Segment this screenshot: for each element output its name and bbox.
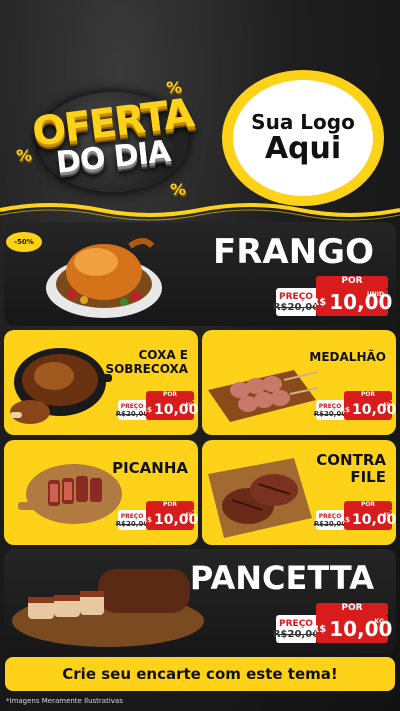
product-name-medalhao: MEDALHÃO	[309, 350, 386, 364]
product-name-pancetta: PANCETTA	[189, 559, 374, 597]
logo-placeholder: Sua Logo Aqui	[222, 70, 384, 206]
price-por-label: POR	[316, 276, 388, 288]
product-card-contrafile[interactable]: CONTRA FILE POR PREÇO R$20,00 R$ 10,00 K…	[202, 440, 396, 545]
price-currency: R$	[339, 516, 350, 524]
price-tag-frango: POR PREÇO R$20,00 R$ 10,00 UNID	[273, 276, 392, 316]
roast-chicken-image	[46, 238, 162, 318]
price-unit: KG	[374, 618, 384, 625]
price-por-label: POR	[146, 391, 194, 400]
product-name-coxa: COXA E SOBRECOXA	[105, 348, 188, 376]
product-name-line: SOBRECOXA	[105, 362, 188, 376]
discount-badge: -50%	[6, 232, 42, 252]
price-unit: KG	[383, 512, 390, 517]
logo-inner: Sua Logo Aqui	[233, 80, 373, 196]
price-preco-label: PREÇO	[279, 291, 313, 302]
price-new-box: R$ 10,00 UNID	[312, 288, 392, 316]
logo-text-line2: Aqui	[264, 131, 342, 166]
price-preco-label: PREÇO	[318, 512, 342, 520]
product-name-line: CONTRA	[316, 451, 386, 469]
product-name-line: COXA E	[138, 348, 189, 362]
product-card-coxa[interactable]: COXA E SOBRECOXA POR PREÇO R$20,00 R$ 10…	[4, 330, 198, 435]
price-preco-label: PREÇO	[120, 402, 144, 410]
percent-icon: %	[166, 78, 183, 97]
logo-text-line1: Sua Logo	[251, 110, 355, 134]
product-card-medalhao[interactable]: MEDALHÃO POR PREÇO R$20,00 R$ 10,00 KG	[202, 330, 396, 435]
price-preco-label: PREÇO	[120, 512, 144, 520]
price-unit: UNID	[366, 291, 384, 298]
price-por-label: POR	[344, 391, 392, 400]
price-por-label: POR	[316, 603, 388, 615]
grilled-steak-image	[208, 458, 312, 538]
skewers-image	[208, 370, 319, 422]
product-card-picanha[interactable]: PICANHA POR PREÇO R$20,00 R$ 10,00 KG	[4, 440, 198, 545]
price-tag-coxa: POR PREÇO R$20,00 R$ 10,00 KG	[116, 391, 198, 420]
price-currency: R$	[141, 516, 152, 524]
price-unit: KG	[185, 512, 192, 517]
product-card-frango[interactable]: FRANGO POR PREÇO R$20,00 R$ 10,00 UNID	[4, 222, 396, 326]
pancetta-image	[12, 569, 204, 647]
cta-banner[interactable]: Crie seu encarte com este tema!	[5, 657, 395, 691]
price-old-box: PREÇO R$20,00	[273, 288, 319, 316]
price-new-box: R$ 10,00 KG	[142, 400, 198, 420]
price-new-box: R$ 10,00 KG	[340, 510, 396, 530]
price-currency: R$	[141, 406, 152, 414]
price-tag-pancetta: POR PREÇO R$20,00 R$ 10,00 KG	[273, 603, 392, 643]
sliced-steak-image	[18, 464, 122, 524]
product-name-picanha: PICANHA	[112, 459, 188, 477]
price-new-box: R$ 10,00 KG	[312, 615, 392, 643]
price-preco-label: PREÇO	[279, 618, 313, 629]
percent-icon: %	[16, 146, 33, 165]
price-new-box: R$ 10,00 KG	[340, 400, 396, 420]
price-tag-contrafile: POR PREÇO R$20,00 R$ 10,00 KG	[314, 501, 396, 530]
price-old-box: PREÇO R$20,00	[273, 615, 319, 643]
product-name-frango: FRANGO	[213, 232, 374, 272]
price-unit: KG	[185, 402, 192, 407]
chicken-thigh-image	[10, 348, 112, 424]
price-currency: R$	[311, 296, 327, 308]
price-tag-picanha: POR PREÇO R$20,00 R$ 10,00 KG	[116, 501, 198, 530]
price-currency: R$	[339, 406, 350, 414]
price-por-label: POR	[146, 501, 194, 510]
header: OFERTA DO DIA % % % Sua Logo Aqui	[0, 0, 400, 215]
price-currency: R$	[311, 623, 327, 635]
price-por-label: POR	[344, 501, 392, 510]
product-card-pancetta[interactable]: PANCETTA POR PREÇO R$20,00 R$ 10,00 KG	[4, 549, 396, 653]
price-preco-label: PREÇO	[318, 402, 342, 410]
price-new-box: R$ 10,00 KG	[142, 510, 198, 530]
price-tag-medalhao: POR PREÇO R$20,00 R$ 10,00 KG	[314, 391, 396, 420]
product-name-line: FILE	[350, 468, 386, 486]
product-name-contrafile: CONTRA FILE	[316, 452, 386, 486]
price-unit: KG	[383, 402, 390, 407]
footnote: *Imagens Meramente Ilustrativas	[6, 697, 123, 705]
